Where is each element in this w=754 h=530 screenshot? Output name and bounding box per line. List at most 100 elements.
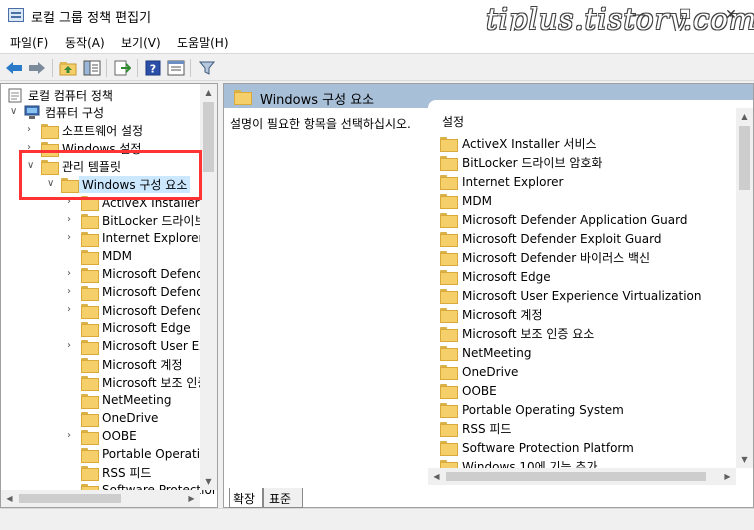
- chevron-right-icon[interactable]: ›: [67, 214, 71, 225]
- details-header-title: Windows 구성 요소: [260, 93, 375, 108]
- scroll-right-arrow-icon[interactable]: ▶: [183, 490, 200, 507]
- settings-column-header[interactable]: 설정: [428, 100, 753, 129]
- menu-help[interactable]: 도움말(H): [177, 34, 229, 51]
- chevron-right-icon[interactable]: ›: [67, 340, 71, 351]
- show-hide-tree-icon[interactable]: [82, 58, 102, 78]
- folder-icon: [81, 375, 99, 391]
- setting-row[interactable]: OOBE: [440, 381, 497, 400]
- scroll-down-arrow-icon[interactable]: ▼: [200, 473, 217, 490]
- setting-row[interactable]: ActiveX Installer 서비스: [440, 134, 597, 153]
- tree-item-component[interactable]: Microsoft 계정: [81, 355, 183, 373]
- tree-horizontal-scrollbar[interactable]: ◀ ▶: [1, 490, 200, 507]
- chevron-right-icon[interactable]: ›: [67, 304, 71, 315]
- setting-row[interactable]: Microsoft Defender 바이러스 백신: [440, 248, 650, 267]
- details-pane: Windows 구성 요소 설명이 필요한 항목을 선택하십시오. 설정 Act…: [223, 83, 754, 508]
- tree-item-component[interactable]: Microsoft Defender Application Guard: [81, 265, 217, 283]
- tree-item-component[interactable]: Microsoft User Experience Virtualization: [81, 337, 217, 355]
- folder-icon: [81, 339, 99, 355]
- folder-icon: [440, 308, 458, 323]
- menu-bar: 파일(F) 동작(A) 보기(V) 도움말(H): [0, 31, 754, 53]
- setting-row[interactable]: Microsoft User Experience Virtualization: [440, 286, 702, 305]
- title-bar: 로컬 그룹 정책 편집기 tiplus.tistory.com — ☐ ✕: [0, 0, 754, 36]
- setting-label: Internet Explorer: [462, 174, 564, 189]
- setting-row[interactable]: Portable Operating System: [440, 400, 624, 419]
- filter-icon[interactable]: [197, 58, 217, 78]
- menu-view[interactable]: 보기(V): [121, 34, 161, 51]
- setting-label: Microsoft 계정: [462, 308, 543, 322]
- tab-standard[interactable]: 표준: [263, 488, 303, 508]
- tree-item-component[interactable]: Microsoft Defender Exploit Guard: [81, 283, 217, 301]
- scroll-thumb[interactable]: [446, 472, 706, 481]
- maximize-button[interactable]: ☐: [662, 0, 708, 30]
- chevron-down-icon[interactable]: ∨: [10, 106, 17, 117]
- up-folder-icon[interactable]: [58, 58, 78, 78]
- tree-item-component[interactable]: BitLocker 드라이브 암호화: [81, 211, 217, 229]
- folder-icon: [440, 251, 458, 266]
- tree-label: 컴퓨터 구성: [45, 105, 105, 120]
- tree-label: NetMeeting: [102, 393, 172, 407]
- scroll-left-arrow-icon[interactable]: ◀: [1, 490, 18, 507]
- tree-item-component[interactable]: Microsoft Defender 바이러스 백신: [81, 301, 217, 319]
- chevron-right-icon[interactable]: ›: [67, 286, 71, 297]
- setting-label: MDM: [462, 193, 492, 208]
- scroll-up-arrow-icon[interactable]: ▲: [736, 108, 753, 125]
- scroll-left-arrow-icon[interactable]: ◀: [428, 468, 445, 485]
- tree-item-software-settings[interactable]: 소프트웨어 설정: [41, 121, 143, 139]
- tree-item-component[interactable]: OOBE: [81, 427, 137, 445]
- tree-item-computer-config[interactable]: 컴퓨터 구성: [24, 103, 104, 121]
- scroll-up-arrow-icon[interactable]: ▲: [200, 84, 217, 101]
- setting-row[interactable]: Microsoft Edge: [440, 267, 551, 286]
- export-list-icon[interactable]: [112, 58, 132, 78]
- setting-row[interactable]: BitLocker 드라이브 암호화: [440, 153, 602, 172]
- folder-icon: [81, 267, 99, 283]
- folder-icon: [440, 422, 458, 437]
- folder-icon: [81, 447, 99, 463]
- setting-row[interactable]: RSS 피드: [440, 419, 511, 438]
- tree-item-component[interactable]: OneDrive: [81, 409, 158, 427]
- menu-action[interactable]: 동작(A): [65, 34, 105, 51]
- tree-item-component[interactable]: RSS 피드: [81, 463, 151, 481]
- forward-arrow-icon[interactable]: [27, 58, 47, 78]
- minimize-button[interactable]: —: [616, 0, 662, 30]
- details-vertical-scrollbar[interactable]: ▲ ▼: [736, 108, 753, 468]
- setting-row[interactable]: Microsoft 계정: [440, 305, 543, 324]
- tab-extended[interactable]: 확장: [229, 488, 263, 508]
- setting-row[interactable]: NetMeeting: [440, 343, 531, 362]
- properties-icon[interactable]: [166, 58, 186, 78]
- scroll-down-arrow-icon[interactable]: ▼: [736, 451, 753, 468]
- setting-row[interactable]: Microsoft Defender Exploit Guard: [440, 229, 661, 248]
- chevron-right-icon[interactable]: ›: [67, 430, 71, 441]
- setting-row[interactable]: Software Protection Platform: [440, 438, 634, 457]
- setting-row[interactable]: Internet Explorer: [440, 172, 563, 191]
- toolbar-separator: [190, 59, 191, 77]
- scroll-right-arrow-icon[interactable]: ▶: [719, 468, 736, 485]
- tree-item-component[interactable]: Internet Explorer: [81, 229, 203, 247]
- folder-icon: [41, 123, 59, 139]
- close-button[interactable]: ✕: [708, 0, 754, 30]
- folder-icon: [81, 285, 99, 301]
- tree-item-component[interactable]: Microsoft 보조 인증 요소: [81, 373, 217, 391]
- tree-item-root[interactable]: 로컬 컴퓨터 정책: [7, 86, 113, 104]
- tree-item-component[interactable]: MDM: [81, 247, 132, 265]
- tree-label: 로컬 컴퓨터 정책: [28, 88, 113, 103]
- setting-row[interactable]: OneDrive: [440, 362, 518, 381]
- back-arrow-icon[interactable]: [4, 58, 24, 78]
- tree-item-component[interactable]: Microsoft Edge: [81, 319, 191, 337]
- chevron-right-icon[interactable]: ›: [67, 268, 71, 279]
- chevron-right-icon[interactable]: ›: [27, 124, 31, 135]
- scroll-thumb[interactable]: [19, 494, 121, 503]
- help-icon[interactable]: ?: [143, 58, 163, 78]
- tree-vertical-scrollbar[interactable]: ▲ ▼: [200, 84, 217, 490]
- setting-row[interactable]: MDM: [440, 191, 492, 210]
- setting-row[interactable]: Microsoft 보조 인증 요소: [440, 324, 594, 343]
- folder-icon: [81, 213, 99, 229]
- scroll-thumb[interactable]: [739, 126, 750, 190]
- tree-item-component[interactable]: NetMeeting: [81, 391, 171, 409]
- chevron-right-icon[interactable]: ›: [67, 232, 71, 243]
- menu-file[interactable]: 파일(F): [10, 34, 48, 51]
- setting-label: OOBE: [462, 383, 497, 398]
- scroll-thumb[interactable]: [203, 102, 214, 172]
- details-horizontal-scrollbar[interactable]: ◀ ▶: [428, 468, 736, 485]
- setting-row[interactable]: Microsoft Defender Application Guard: [440, 210, 687, 229]
- tree-item-component[interactable]: Portable Operating System: [81, 445, 217, 463]
